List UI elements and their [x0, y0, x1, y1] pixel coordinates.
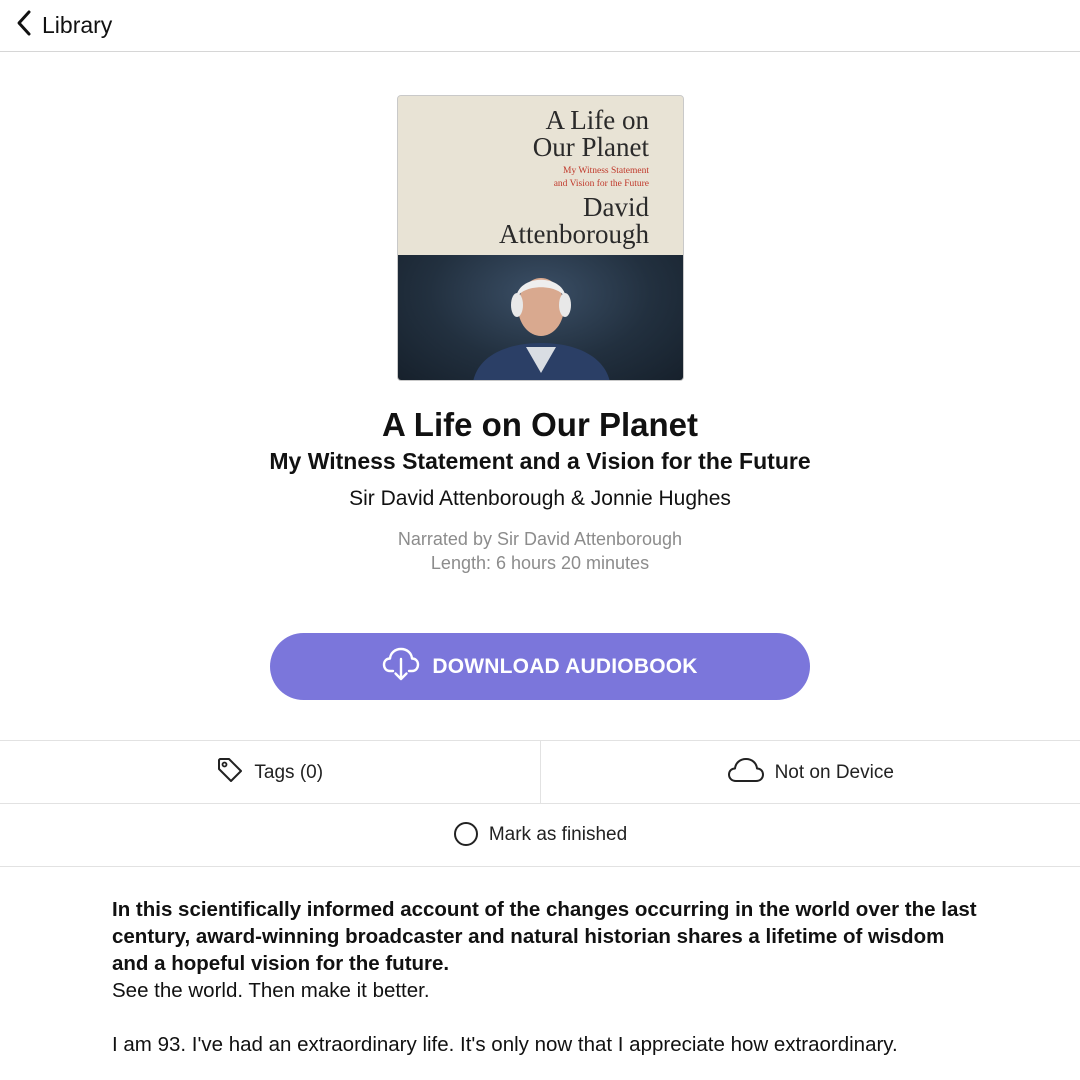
mark-finished-button[interactable]: Mark as finished: [0, 803, 1080, 867]
device-status-label: Not on Device: [774, 761, 894, 783]
cover-title-line1: A Life on: [545, 105, 649, 135]
description-excerpt: I am 93. I've had an extraordinary life.…: [112, 1033, 898, 1056]
cover-author-line2: Attenborough: [499, 219, 649, 249]
book-narrator: Narrated by Sir David Attenborough: [397, 529, 683, 549]
book-length: Length: 6 hours 20 minutes: [430, 553, 650, 573]
back-label: Library: [42, 12, 113, 38]
description-summary: In this scientifically informed account …: [112, 898, 977, 975]
tag-icon: [216, 756, 244, 789]
circle-checkbox-icon: [453, 820, 479, 851]
book-cover: A Life on Our Planet My Witness Statemen…: [397, 95, 684, 381]
cover-subtitle-line2: and Vision for the Future: [553, 179, 649, 189]
back-button[interactable]: Library: [0, 6, 112, 46]
action-row: Tags (0) Not on Device: [0, 740, 1080, 804]
top-bar: Library: [0, 0, 1080, 52]
book-description: In this scientifically informed account …: [112, 896, 982, 1058]
cover-author-line1: David: [583, 192, 649, 222]
cover-title-line2: Our Planet: [532, 132, 649, 162]
book-info: A Life on Our Planet My Witness Statemen…: [0, 402, 1080, 575]
chevron-left-icon: [14, 9, 34, 42]
cover-subtitle-line1: My Witness Statement: [563, 166, 649, 176]
book-authors: Sir David Attenborough & Jonnie Hughes: [349, 487, 731, 510]
cover-portrait: [398, 255, 683, 380]
tags-label: Tags (0): [254, 761, 324, 783]
download-audiobook-button[interactable]: DOWNLOAD AUDIOBOOK: [270, 633, 810, 700]
book-subtitle: My Witness Statement and a Vision for th…: [269, 448, 811, 474]
download-label: DOWNLOAD AUDIOBOOK: [432, 654, 698, 678]
book-title: A Life on Our Planet: [382, 406, 698, 443]
tags-button[interactable]: Tags (0): [0, 741, 540, 804]
cloud-icon: [727, 757, 765, 788]
device-status-button[interactable]: Not on Device: [539, 741, 1080, 804]
mark-finished-label: Mark as finished: [488, 824, 628, 845]
cloud-download-icon: [382, 646, 420, 687]
description-tagline: See the world. Then make it better.: [112, 979, 430, 1002]
